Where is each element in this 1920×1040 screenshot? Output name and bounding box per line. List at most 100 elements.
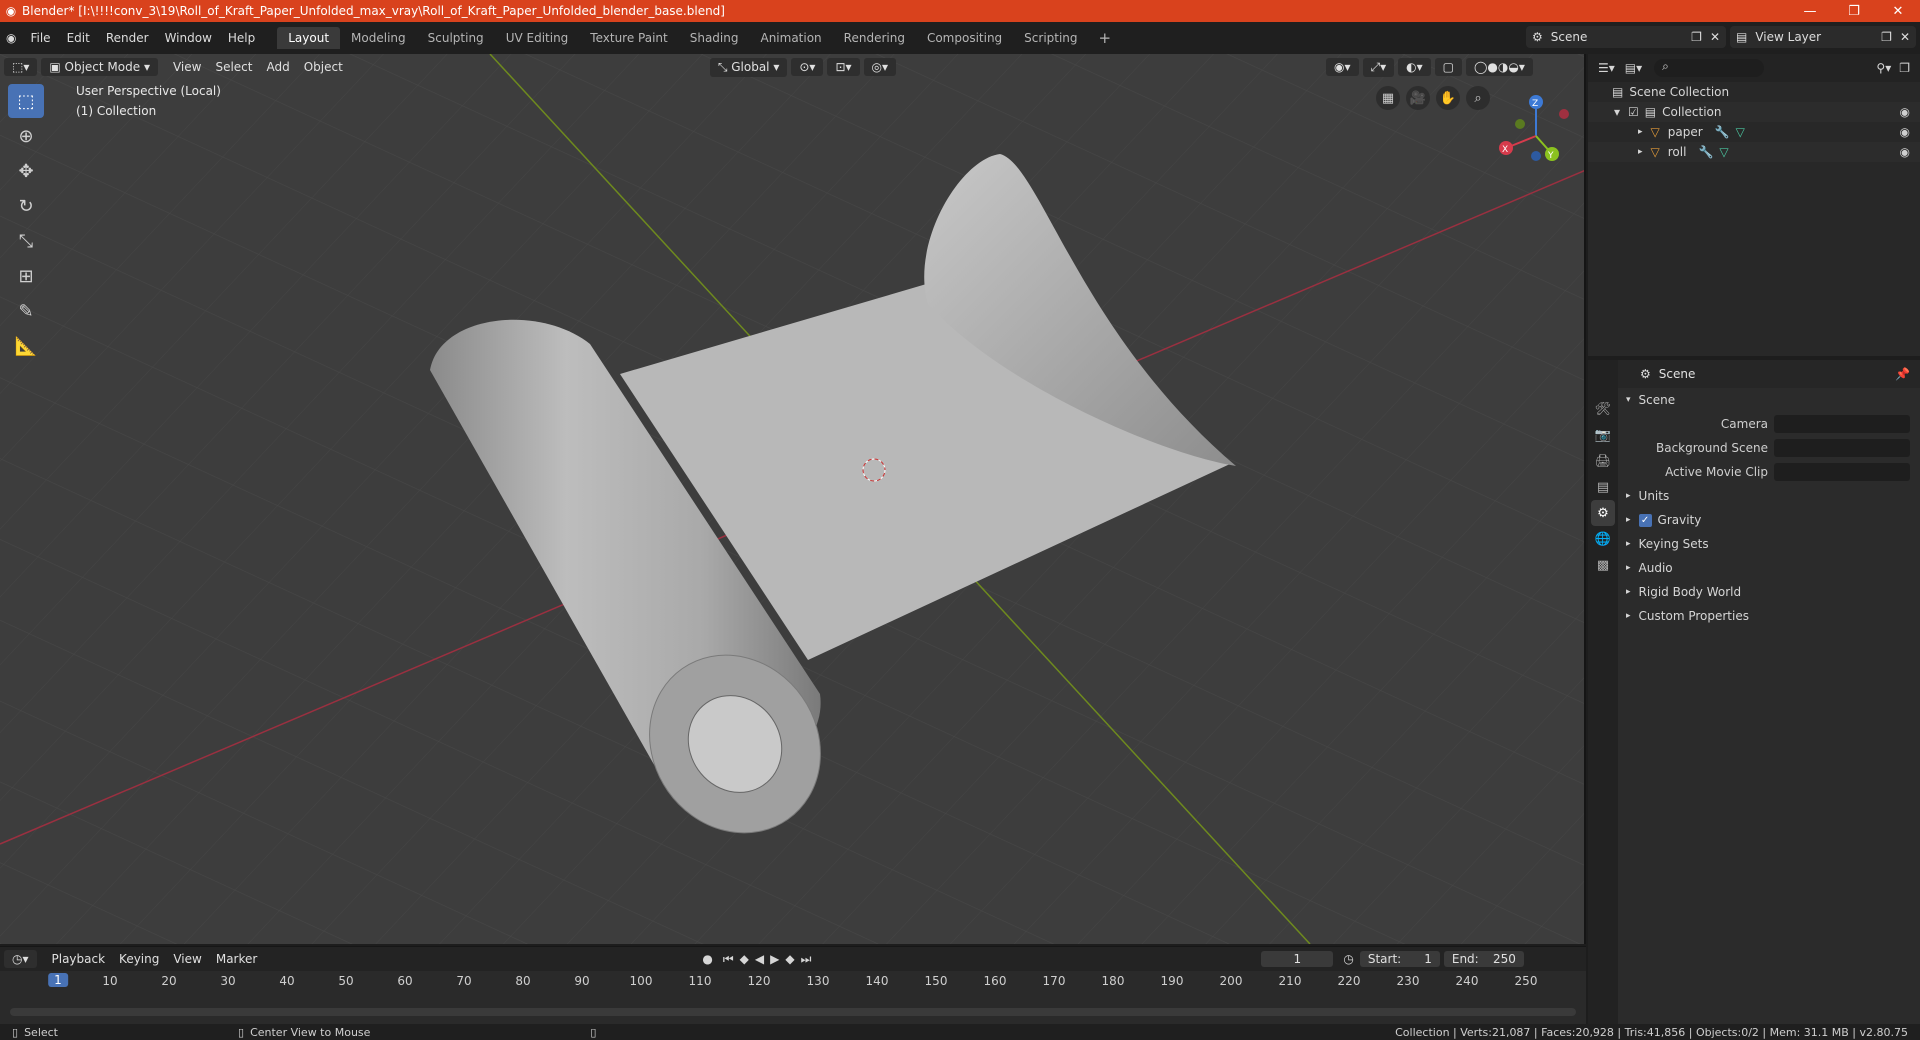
tab-compositing[interactable]: Compositing xyxy=(916,27,1013,49)
editor-type-icon[interactable]: ⬚▾ xyxy=(4,58,38,76)
camera-view-icon[interactable]: 🎥 xyxy=(1406,86,1430,110)
measure-tool-icon[interactable]: 📐 xyxy=(8,329,44,363)
timeline-menu-playback[interactable]: Playback xyxy=(45,952,113,966)
view-layer-selector[interactable]: ▤ View Layer ❐ ✕ xyxy=(1730,26,1916,48)
render-tab-icon[interactable]: 📷 xyxy=(1591,422,1615,448)
keying-sets-panel[interactable]: ▸ Keying Sets xyxy=(1618,532,1920,556)
restore-button[interactable]: ❐ xyxy=(1832,4,1876,19)
rotate-tool-icon[interactable]: ↻ xyxy=(8,189,44,223)
scale-tool-icon[interactable]: ⤡ xyxy=(8,224,44,258)
timeline-editor-icon[interactable]: ◷▾ xyxy=(4,950,37,968)
next-keyframe-icon[interactable]: ◆ xyxy=(785,952,794,966)
viewport-menu-view[interactable]: View xyxy=(166,60,208,74)
jump-start-icon[interactable]: ⏮ xyxy=(723,952,734,967)
new-collection-icon[interactable]: ❐ xyxy=(1899,61,1910,75)
gizmo-toggle-icon[interactable]: ⤢▾ xyxy=(1362,57,1395,77)
menu-render[interactable]: Render xyxy=(98,31,157,45)
tool-tab-icon[interactable]: 🛠 xyxy=(1591,396,1615,422)
outliner-search-input[interactable]: ⌕ xyxy=(1654,59,1765,77)
blender-menu-icon[interactable]: ◉ xyxy=(0,31,22,45)
xray-icon[interactable]: ▢ xyxy=(1434,58,1462,76)
mode-selector[interactable]: ▣ Object Mode ▾ xyxy=(41,58,158,76)
timeline-menu-marker[interactable]: Marker xyxy=(209,952,264,966)
3d-viewport[interactable]: Z X Y ⬚▾ ▣ Object Mode ▾ View Select Add… xyxy=(0,54,1586,944)
world-tab-icon[interactable]: 🌐 xyxy=(1591,526,1615,552)
active-movie-clip-field[interactable] xyxy=(1774,463,1910,481)
menu-file[interactable]: File xyxy=(22,31,58,45)
add-workspace-icon[interactable]: + xyxy=(1089,29,1122,47)
view-layer-tab-icon[interactable]: ▤ xyxy=(1591,474,1615,500)
transform-tool-icon[interactable]: ⊞ xyxy=(8,259,44,293)
filter-icon[interactable]: ⚲▾ xyxy=(1876,61,1891,75)
menu-edit[interactable]: Edit xyxy=(59,31,98,45)
texture-tab-icon[interactable]: ▩ xyxy=(1591,552,1615,578)
start-frame-field[interactable]: Start: 1 xyxy=(1359,951,1440,967)
scene-tab-icon[interactable]: ⚙ xyxy=(1591,500,1615,526)
expand-arrow-icon[interactable]: ▸ xyxy=(1638,147,1643,157)
expand-arrow-icon[interactable]: ▸ xyxy=(1638,127,1643,137)
orientation-selector[interactable]: ⤡ Global ▾ xyxy=(709,57,788,77)
viewport-menu-add[interactable]: Add xyxy=(259,60,296,74)
collection-visibility-eye-icon[interactable]: ◉ xyxy=(1900,105,1910,119)
delete-view-layer-icon[interactable]: ✕ xyxy=(1900,30,1910,44)
audio-panel[interactable]: ▸ Audio xyxy=(1618,556,1920,580)
pin-icon[interactable]: 📌 xyxy=(1895,367,1910,381)
proportional-edit-icon[interactable]: ◎▾ xyxy=(863,58,897,76)
tab-scripting[interactable]: Scripting xyxy=(1013,27,1088,49)
outliner-row-collection[interactable]: ▾ ☑ ▤ Collection ◉ xyxy=(1588,102,1920,122)
zoom-icon[interactable]: ⌕ xyxy=(1466,86,1490,110)
camera-field[interactable] xyxy=(1774,415,1910,433)
viewport-menu-object[interactable]: Object xyxy=(297,60,350,74)
pivot-icon[interactable]: ⊙▾ xyxy=(791,58,824,76)
tab-texture-paint[interactable]: Texture Paint xyxy=(579,27,678,49)
timeline-menu-keying[interactable]: Keying xyxy=(112,952,166,966)
end-frame-field[interactable]: End: 250 xyxy=(1443,951,1524,967)
annotate-tool-icon[interactable]: ✎ xyxy=(8,294,44,328)
rigid-body-world-panel[interactable]: ▸ Rigid Body World xyxy=(1618,580,1920,604)
tab-animation[interactable]: Animation xyxy=(749,27,832,49)
visibility-icon[interactable]: ◉▾ xyxy=(1326,58,1359,76)
scene-selector[interactable]: ⚙ Scene ❐ ✕ xyxy=(1526,26,1726,48)
tab-modeling[interactable]: Modeling xyxy=(340,27,417,49)
new-scene-icon[interactable]: ❐ xyxy=(1691,30,1702,44)
background-scene-field[interactable] xyxy=(1774,439,1910,457)
current-frame-indicator[interactable]: 1 xyxy=(48,973,68,987)
record-icon[interactable]: ● xyxy=(702,952,712,966)
menu-help[interactable]: Help xyxy=(220,31,263,45)
jump-end-icon[interactable]: ⏭ xyxy=(801,952,812,967)
play-icon[interactable]: ▶ xyxy=(770,952,779,966)
overlay-toggle-icon[interactable]: ◐▾ xyxy=(1398,58,1431,76)
prev-keyframe-icon[interactable]: ◆ xyxy=(740,952,749,966)
tab-uv-editing[interactable]: UV Editing xyxy=(495,27,580,49)
minimize-button[interactable]: — xyxy=(1788,4,1832,19)
pan-hand-icon[interactable]: ✋ xyxy=(1436,86,1460,110)
snap-icon[interactable]: ⊡▾ xyxy=(827,58,860,76)
tab-sculpting[interactable]: Sculpting xyxy=(417,27,495,49)
custom-properties-panel[interactable]: ▸ Custom Properties xyxy=(1618,604,1920,628)
display-mode-icon[interactable]: ▤▾ xyxy=(1625,61,1642,75)
delete-scene-icon[interactable]: ✕ xyxy=(1710,30,1720,44)
cursor-tool-icon[interactable]: ⊕ xyxy=(8,119,44,153)
collapse-arrow-icon[interactable]: ▾ xyxy=(1614,105,1620,119)
current-frame-field[interactable]: 1 xyxy=(1261,951,1334,967)
paper-visibility-eye-icon[interactable]: ◉ xyxy=(1900,125,1910,139)
move-tool-icon[interactable]: ✥ xyxy=(8,154,44,188)
roll-visibility-eye-icon[interactable]: ◉ xyxy=(1900,145,1910,159)
output-tab-icon[interactable]: 🖨 xyxy=(1591,448,1615,474)
outliner-row-scene-collection[interactable]: ▤ Scene Collection xyxy=(1588,82,1920,102)
timeline-scrollbar[interactable] xyxy=(10,1008,1576,1016)
new-view-layer-icon[interactable]: ❐ xyxy=(1881,30,1892,44)
shading-modes-icon[interactable]: ◯●◑◒▾ xyxy=(1465,58,1533,76)
outliner-row-paper[interactable]: ▸ ▽ paper 🔧 ▽ ◉ xyxy=(1588,122,1920,142)
collection-checkbox[interactable]: ☑ xyxy=(1628,105,1639,119)
scene-panel-header[interactable]: ▾ Scene xyxy=(1618,388,1920,412)
units-panel[interactable]: ▸ Units xyxy=(1618,484,1920,508)
grid-view-icon[interactable]: ▦ xyxy=(1376,86,1400,110)
viewport-menu-select[interactable]: Select xyxy=(208,60,259,74)
frame-ruler[interactable]: 1 10 20 30 40 50 60 70 80 90 100 110 120 130 140 150 16… xyxy=(0,971,1586,991)
gravity-panel[interactable]: ▸ ✓ Gravity xyxy=(1618,508,1920,532)
play-reverse-icon[interactable]: ◀ xyxy=(755,952,764,966)
menu-window[interactable]: Window xyxy=(157,31,220,45)
select-box-tool-icon[interactable]: ⬚ xyxy=(8,84,44,118)
outliner-editor-icon[interactable]: ☰▾ xyxy=(1598,61,1615,75)
